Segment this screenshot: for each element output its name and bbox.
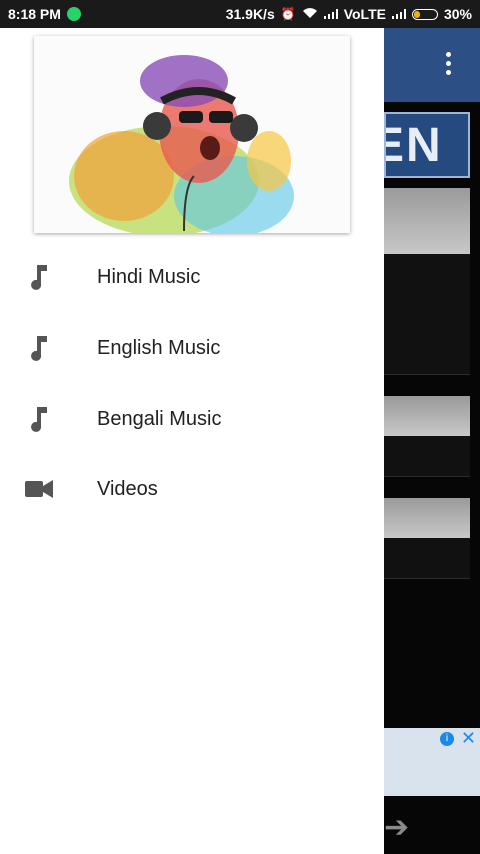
whatsapp-icon bbox=[66, 7, 81, 21]
carrier-label: VoLTE bbox=[343, 6, 386, 22]
music-note-icon bbox=[24, 404, 54, 434]
alarm-icon: ⏰ bbox=[280, 7, 296, 21]
battery-icon bbox=[411, 8, 438, 20]
wifi-icon bbox=[302, 7, 318, 22]
videocam-icon bbox=[24, 474, 54, 504]
menu-item-videos[interactable]: Videos bbox=[0, 454, 384, 524]
menu-label: Videos bbox=[97, 477, 158, 500]
signal-icon-2 bbox=[391, 9, 406, 19]
content-card[interactable] bbox=[384, 396, 470, 436]
music-note-icon bbox=[24, 262, 54, 292]
list-row[interactable] bbox=[384, 436, 470, 477]
list-row[interactable] bbox=[384, 538, 470, 579]
clock: 8:18 PM bbox=[8, 6, 61, 22]
menu-item-english-music[interactable]: English Music bbox=[0, 313, 384, 383]
background-app: EN i ✕ ➔ bbox=[384, 28, 480, 854]
menu-label: Bengali Music bbox=[97, 407, 222, 430]
list-row[interactable] bbox=[384, 254, 470, 295]
menu-label: English Music bbox=[97, 336, 221, 359]
content-card[interactable] bbox=[384, 498, 470, 538]
list-row[interactable] bbox=[384, 294, 470, 335]
battery-percent: 30% bbox=[443, 6, 472, 22]
menu-label: Hindi Music bbox=[97, 265, 201, 288]
network-speed: 31.9K/s bbox=[225, 6, 275, 22]
ad-close-icon[interactable]: ✕ bbox=[461, 728, 476, 749]
menu-item-bengali-music[interactable]: Bengali Music bbox=[0, 384, 384, 454]
app-banner: EN bbox=[384, 112, 470, 178]
content-card[interactable] bbox=[384, 188, 470, 254]
navigation-drawer: Hindi Music English Music Bengali Music … bbox=[0, 28, 384, 854]
app-toolbar bbox=[384, 28, 480, 102]
signal-icon bbox=[323, 9, 338, 19]
status-bar: 8:18 PM 31.9K/s ⏰ VoLTE 30% bbox=[0, 0, 480, 28]
drawer-header-image bbox=[34, 36, 350, 233]
menu-item-hindi-music[interactable]: Hindi Music bbox=[0, 242, 384, 312]
forward-arrow-icon[interactable]: ➔ bbox=[384, 810, 409, 845]
overflow-menu-icon[interactable] bbox=[446, 52, 452, 78]
music-note-icon bbox=[24, 333, 54, 363]
ad-banner[interactable]: i ✕ bbox=[384, 728, 480, 796]
ad-info-icon[interactable]: i bbox=[440, 732, 454, 746]
list-row[interactable] bbox=[384, 334, 470, 375]
